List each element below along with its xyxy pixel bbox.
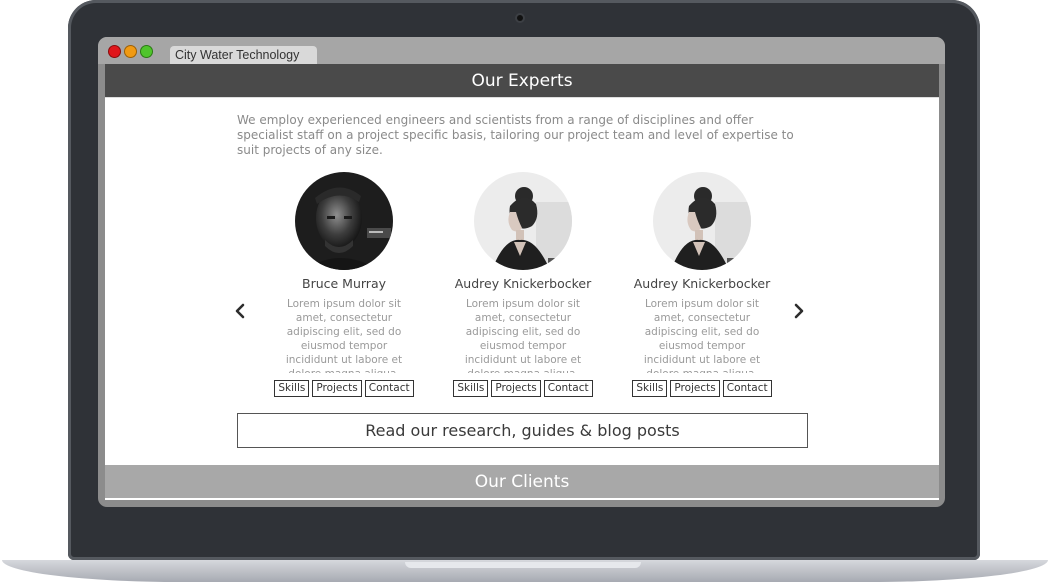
expert-name: Audrey Knickerbocker (454, 276, 592, 291)
contact-button[interactable]: Contact (364, 380, 414, 397)
expert-card: Audrey Knickerbocker Lorem ipsum dolor s… (443, 172, 603, 397)
laptop-base-notch (405, 562, 641, 568)
chevron-left-icon (235, 303, 245, 319)
research-blog-button[interactable]: Read our research, guides & blog posts (237, 413, 808, 448)
expert-avatar-woman (474, 172, 572, 270)
expert-links: Skills Projects Contact (264, 380, 424, 397)
skills-button[interactable]: Skills (274, 380, 310, 397)
skills-button[interactable]: Skills (453, 380, 489, 397)
projects-button[interactable]: Projects (670, 380, 720, 397)
expert-card: Audrey Knickerbocker Lorem ipsum dolor s… (622, 172, 782, 397)
expert-description: Lorem ipsum dolor sit amet, consectetur … (643, 298, 761, 373)
expert-description: Lorem ipsum dolor sit amet, consectetur … (464, 298, 582, 373)
minimize-window-icon[interactable] (125, 46, 136, 57)
expert-name: Audrey Knickerbocker (633, 276, 771, 291)
carousel-prev-button[interactable] (234, 303, 246, 321)
chevron-right-icon (794, 303, 804, 319)
experts-intro-text: We employ experienced engineers and scie… (237, 113, 794, 157)
expert-links: Skills Projects Contact (443, 380, 603, 397)
skills-button[interactable]: Skills (632, 380, 668, 397)
expert-description: Lorem ipsum dolor sit amet, consectetur … (285, 298, 403, 373)
projects-button[interactable]: Projects (491, 380, 541, 397)
close-window-icon[interactable] (109, 46, 120, 57)
browser-window: City Water Technology Our Experts We emp… (98, 37, 945, 507)
window-titlebar: City Water Technology (98, 37, 945, 65)
contact-button[interactable]: Contact (543, 380, 593, 397)
webcam-icon (517, 15, 523, 21)
maximize-window-icon[interactable] (141, 46, 152, 57)
expert-links: Skills Projects Contact (622, 380, 782, 397)
carousel-next-button[interactable] (793, 303, 805, 321)
contact-button[interactable]: Contact (722, 380, 772, 397)
expert-avatar-man (295, 172, 393, 270)
expert-name: Bruce Murray (302, 276, 386, 291)
browser-tab[interactable]: City Water Technology (170, 46, 317, 65)
projects-button[interactable]: Projects (312, 380, 362, 397)
experts-section-heading: Our Experts (105, 64, 939, 98)
expert-card: Bruce Murray Lorem ipsum dolor sit amet,… (264, 172, 424, 397)
clients-section-heading: Our Clients (105, 464, 939, 498)
expert-avatar-woman (653, 172, 751, 270)
web-page: Our Experts We employ experienced engine… (105, 64, 939, 500)
